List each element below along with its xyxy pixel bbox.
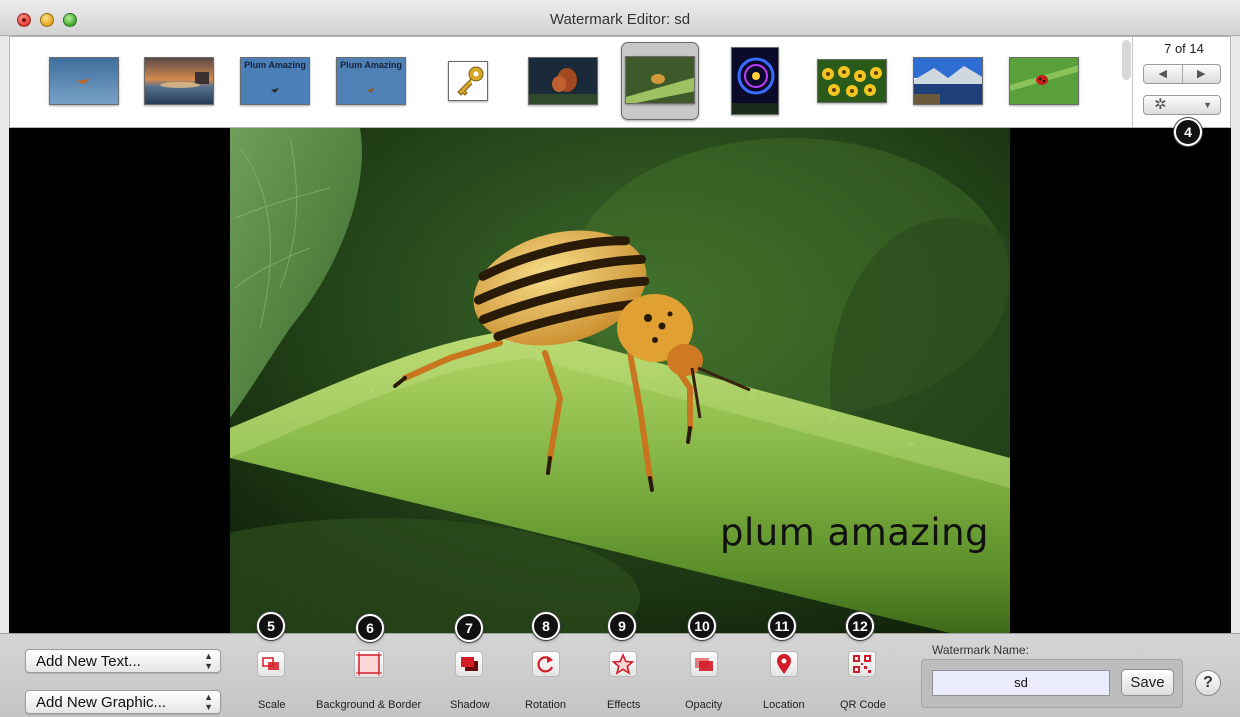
save-button[interactable]: Save [1121,669,1174,696]
chevron-down-icon: ▼ [1203,100,1212,110]
preview-photo: plum amazing [230,128,1010,633]
callout-badge-6: 6 [356,614,384,642]
thumbnail-key[interactable] [448,61,488,101]
qr-code-label: QR Code [840,699,886,711]
scale-icon [257,651,285,677]
watermark-name-label: Watermark Name: [932,643,1029,657]
beetle-photo [230,128,1010,633]
thumbnail-caption: Plum Amazing [340,60,402,70]
thumbnail-butterfly[interactable] [528,57,598,105]
background-border-icon [354,650,384,678]
thumbnail-ladybug[interactable] [1009,57,1079,105]
rotation-label: Rotation [525,699,566,711]
scale-label: Scale [258,699,286,711]
qr-code-icon [848,651,876,677]
watermark-editor-window: Watermark Editor: sd Plum Amazing Plum A… [0,0,1240,717]
up-down-arrows-icon: ▲ ▼ [204,692,213,712]
callout-badge-10: 10 [688,612,716,640]
thumbnail-caption: Plum Amazing [244,60,306,70]
watermark-text-overlay[interactable]: plum amazing [720,511,989,554]
effects-icon [609,651,637,677]
thumbnail-plum-amazing-2[interactable]: Plum Amazing [336,57,406,105]
window-title: Watermark Editor: sd [549,11,691,28]
previous-image-button[interactable]: ◀ [1144,65,1183,83]
background-border-label: Background & Border [316,699,422,711]
gear-icon: ✲ [1154,96,1167,113]
watermark-name-panel: sd Save [921,659,1183,708]
add-new-graphic-label: Add New Graphic... [36,694,167,711]
opacity-icon [690,651,718,677]
effects-label: Effects [607,699,641,711]
action-menu-button[interactable]: ✲ ▼ [1143,95,1221,115]
location-label: Location [763,699,805,711]
triangle-left-icon: ◀ [1158,68,1167,80]
callout-badge-4: 4 [1174,118,1202,146]
watermark-preview: plum amazing [9,128,1231,633]
callout-badge-11: 11 [768,612,796,640]
image-counter: 7 of 14 [1164,41,1204,56]
add-new-text-popup[interactable]: Add New Text... ▲ ▼ [25,649,221,673]
image-filmstrip: Plum Amazing Plum Amazing 7 of 14 ◀ ▶ ✲ … [9,36,1231,128]
filmstrip-divider [1132,37,1133,127]
thumbnail-sunset-sea[interactable] [144,57,214,105]
up-down-arrows-icon: ▲ ▼ [204,651,213,671]
filmstrip-scrollbar[interactable] [1122,40,1131,80]
shadow-label: Shadow [450,699,490,711]
bottom-toolbar: Add New Text... ▲ ▼ Add New Graphic... ▲ ▼… [0,612,1240,717]
help-button[interactable]: ? [1195,670,1221,696]
add-new-text-label: Add New Text... [36,653,141,670]
key-icon [457,66,484,96]
callout-badge-8: 8 [532,612,560,640]
location-icon [770,651,798,677]
next-image-button[interactable]: ▶ [1183,65,1221,83]
add-new-graphic-popup[interactable]: Add New Graphic... ▲ ▼ [25,690,221,714]
thumbnail-list: Plum Amazing Plum Amazing [10,37,1118,127]
title-bar: Watermark Editor: sd [0,0,1240,36]
callout-badge-5: 5 [257,612,285,640]
thumbnail-plum-amazing-1[interactable]: Plum Amazing [240,57,310,105]
shadow-icon [455,651,483,677]
thumbnail-sunflowers[interactable] [817,59,887,103]
callout-badge-9: 9 [608,612,636,640]
rotation-icon [532,651,560,677]
callout-badge-12: 12 [846,612,874,640]
thumbnail-mountain-lake[interactable] [913,57,983,105]
image-navigation: ◀ ▶ [1143,64,1221,84]
triangle-right-icon: ▶ [1197,68,1206,80]
opacity-label: Opacity [685,699,723,711]
thumbnail-sky-plane[interactable] [49,57,119,105]
watermark-name-field[interactable]: sd [932,670,1110,696]
thumbnail-beetle[interactable] [625,56,695,104]
callout-badge-7: 7 [455,614,483,642]
thumbnail-ferris-wheel[interactable] [731,47,779,115]
